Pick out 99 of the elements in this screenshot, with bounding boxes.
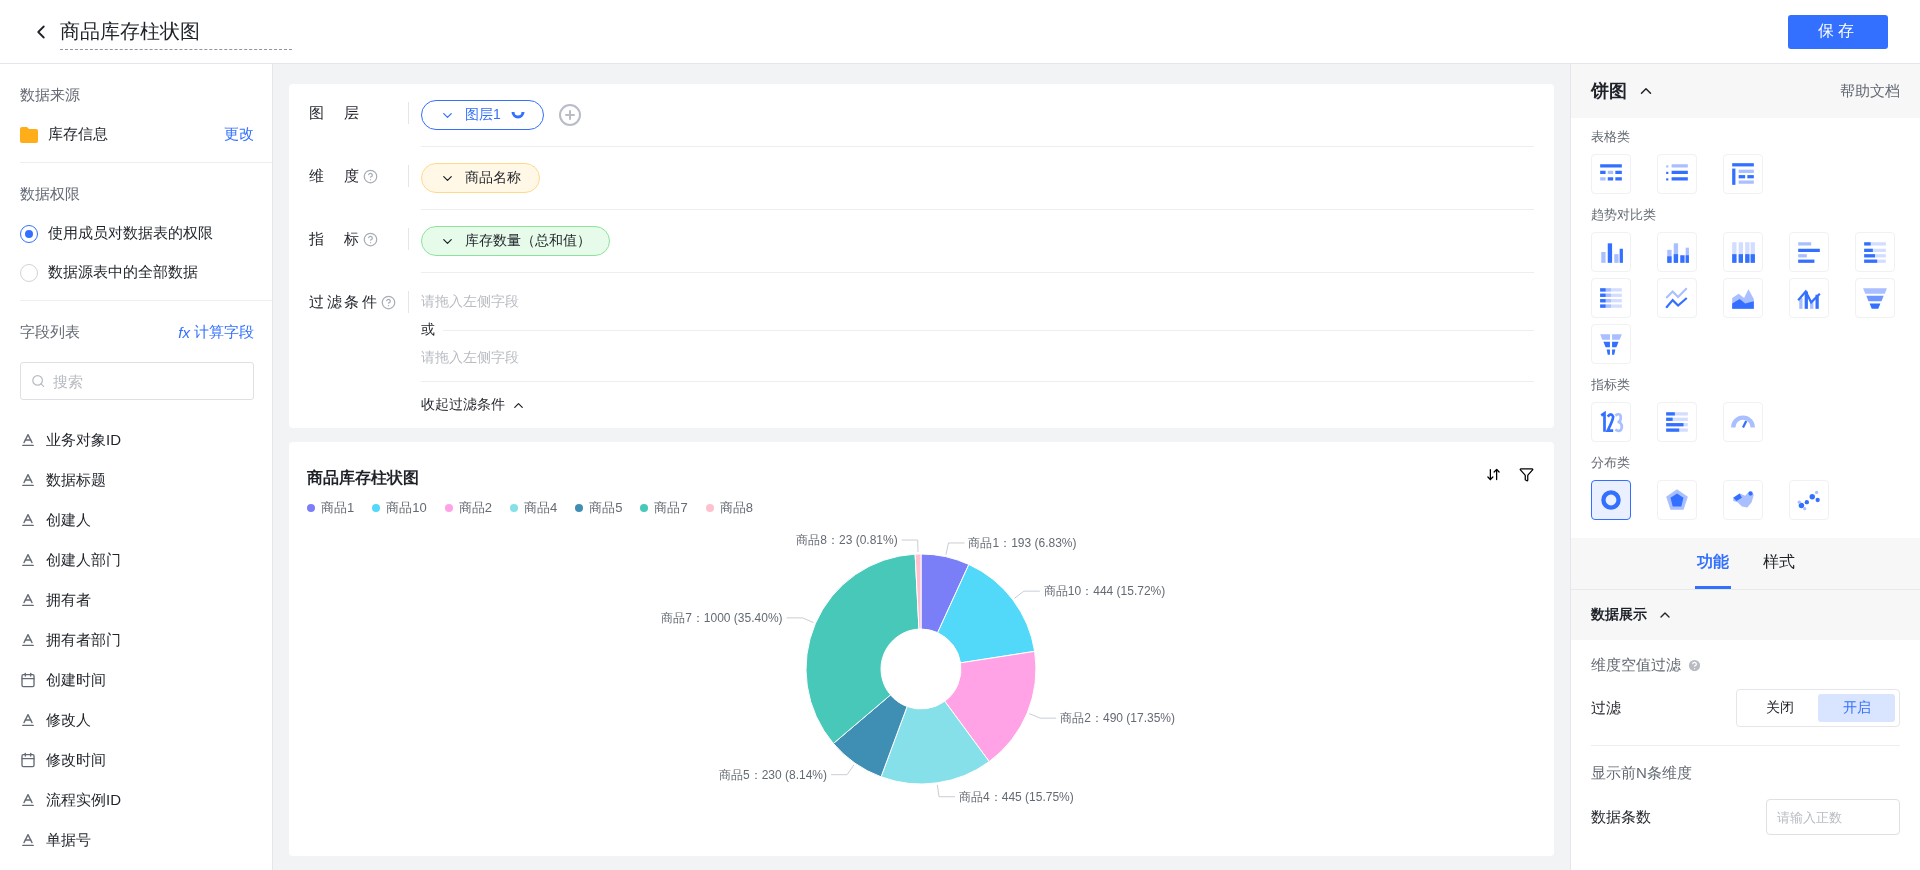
hbar-chart-icon xyxy=(1796,239,1822,265)
line-chart-icon xyxy=(1664,285,1690,311)
search-field[interactable]: 搜索 xyxy=(20,362,254,400)
funnel-chart-icon xyxy=(1862,285,1888,311)
progress-chart-icon xyxy=(1664,409,1690,435)
percent-hbar-chart-icon xyxy=(1598,285,1624,311)
field-item[interactable]: 修改人 xyxy=(46,710,91,730)
row-label: 指标 xyxy=(309,229,359,249)
field-item[interactable]: 拥有者部门 xyxy=(46,630,121,650)
legend-label[interactable]: 商品1 xyxy=(321,499,355,517)
calendar-icon xyxy=(20,672,36,688)
metric-pill[interactable]: 库存数量（总和值） xyxy=(421,226,610,256)
collapse-filter-button[interactable]: 收起过滤条件 xyxy=(421,381,1534,428)
text-field-icon xyxy=(20,472,36,488)
save-button[interactable]: 保存 xyxy=(1788,14,1888,49)
leader-line xyxy=(901,539,919,553)
legend-label[interactable]: 商品10 xyxy=(386,499,427,517)
chart-type-title: 饼图 xyxy=(1591,80,1627,103)
leader-line xyxy=(830,764,855,776)
crosstab-chart-icon xyxy=(1730,161,1756,187)
stacked-hbar-chart-icon xyxy=(1862,239,1888,265)
percent-bar-chart-icon xyxy=(1730,239,1756,265)
group-heading: 分布类 xyxy=(1591,454,1631,472)
text-field-icon xyxy=(20,792,36,808)
field-item[interactable]: 修改时间 xyxy=(46,750,106,770)
help-icon[interactable] xyxy=(363,168,378,184)
radio-label: 使用成员对数据表的权限 xyxy=(48,224,213,243)
segment-option[interactable]: 开启 xyxy=(1818,694,1895,722)
setting-label: 数据条数 xyxy=(1591,807,1651,827)
number-chart-icon xyxy=(1598,409,1624,435)
legend-label[interactable]: 商品5 xyxy=(589,499,623,517)
slice-label: 商品2：490 (17.35%) xyxy=(1060,711,1175,726)
radio-label: 数据源表中的全部数据 xyxy=(48,263,198,282)
calculated-field-link[interactable]: 计算字段 xyxy=(194,323,254,342)
folder-icon xyxy=(20,126,38,143)
section-heading: 数据权限 xyxy=(20,185,81,204)
row-label: 图层 xyxy=(309,103,359,123)
field-item[interactable]: 拥有者 xyxy=(46,590,91,610)
group-heading: 趋势对比类 xyxy=(1591,206,1657,224)
calendar-icon xyxy=(20,752,36,768)
field-item[interactable]: 数据标题 xyxy=(46,470,106,490)
slice-label: 商品7：1000 (35.40%) xyxy=(661,610,783,625)
setting-label: 过滤 xyxy=(1591,698,1621,718)
slice-label: 商品8：23 (0.81%) xyxy=(796,533,898,548)
text-field-icon xyxy=(20,712,36,728)
group-heading: 表格类 xyxy=(1591,128,1631,146)
donut-chart-icon xyxy=(1598,487,1624,513)
field-item[interactable]: 业务对象ID xyxy=(46,430,121,450)
section-header[interactable]: 数据展示 xyxy=(1571,590,1920,640)
legend-label[interactable]: 商品8 xyxy=(719,499,753,517)
setting-heading: 维度空值过滤 xyxy=(1591,656,1681,675)
slice-label: 商品1：193 (6.83%) xyxy=(968,535,1077,550)
text-field-icon xyxy=(20,632,36,648)
dimension-pill[interactable]: 商品名称 xyxy=(421,163,540,193)
row-label: 维度 xyxy=(309,166,359,186)
section-heading: 字段列表 xyxy=(20,323,80,342)
segment-option[interactable]: 关闭 xyxy=(1741,694,1818,722)
search-icon xyxy=(31,373,46,389)
slice-label: 商品4：445 (15.75%) xyxy=(959,789,1074,804)
text-field-icon xyxy=(20,832,36,848)
row-label: 过滤条件 xyxy=(309,292,377,312)
change-link[interactable]: 更改 xyxy=(224,125,254,144)
field-item[interactable]: 单据号 xyxy=(46,830,91,850)
text-field-icon xyxy=(20,432,36,448)
field-item[interactable]: 创建人 xyxy=(46,510,91,530)
field-item[interactable]: 创建时间 xyxy=(46,670,106,690)
legend-label[interactable]: 商品2 xyxy=(458,499,492,517)
section-heading: 数据来源 xyxy=(20,86,81,105)
legend-label[interactable]: 商品4 xyxy=(523,499,558,517)
leader-line xyxy=(1013,590,1041,599)
count-input[interactable]: 请输入正数 xyxy=(1766,799,1900,835)
legend-label[interactable]: 商品7 xyxy=(654,499,688,517)
help-icon[interactable] xyxy=(363,231,378,247)
split-funnel-chart-icon xyxy=(1598,331,1624,357)
report-title[interactable]: 商品库存柱状图 xyxy=(60,13,292,50)
text-field-icon xyxy=(20,512,36,528)
layer-pill[interactable]: 图层1 xyxy=(421,100,544,130)
radar-chart-icon xyxy=(1664,487,1690,513)
or-label: 或 xyxy=(421,321,435,339)
group-heading: 指标类 xyxy=(1591,376,1631,394)
panel-tab[interactable]: 样式 xyxy=(1760,538,1797,589)
leader-line xyxy=(945,542,965,556)
setting-heading: 显示前N条维度 xyxy=(1591,764,1693,783)
data-source-name: 库存信息 xyxy=(48,125,108,144)
leader-line xyxy=(1028,713,1057,719)
leader-line xyxy=(786,617,815,624)
slice-label: 商品10：444 (15.72%) xyxy=(1043,584,1166,599)
field-item[interactable]: 创建人部门 xyxy=(46,550,121,570)
formula-icon[interactable]: fx xyxy=(178,324,190,341)
filter-button[interactable] xyxy=(1517,465,1536,484)
help-icon[interactable] xyxy=(381,294,396,310)
chart-type-button[interactable] xyxy=(1591,480,1631,520)
slice-label: 商品5：230 (8.14%) xyxy=(719,767,828,782)
leader-line xyxy=(936,784,956,798)
text-field-icon xyxy=(20,592,36,608)
field-item[interactable]: 流程实例ID xyxy=(46,790,121,810)
text-field-icon xyxy=(20,552,36,568)
help-docs-link[interactable]: 帮助文档 xyxy=(1840,81,1900,101)
chart-title: 商品库存柱状图 xyxy=(307,468,419,488)
